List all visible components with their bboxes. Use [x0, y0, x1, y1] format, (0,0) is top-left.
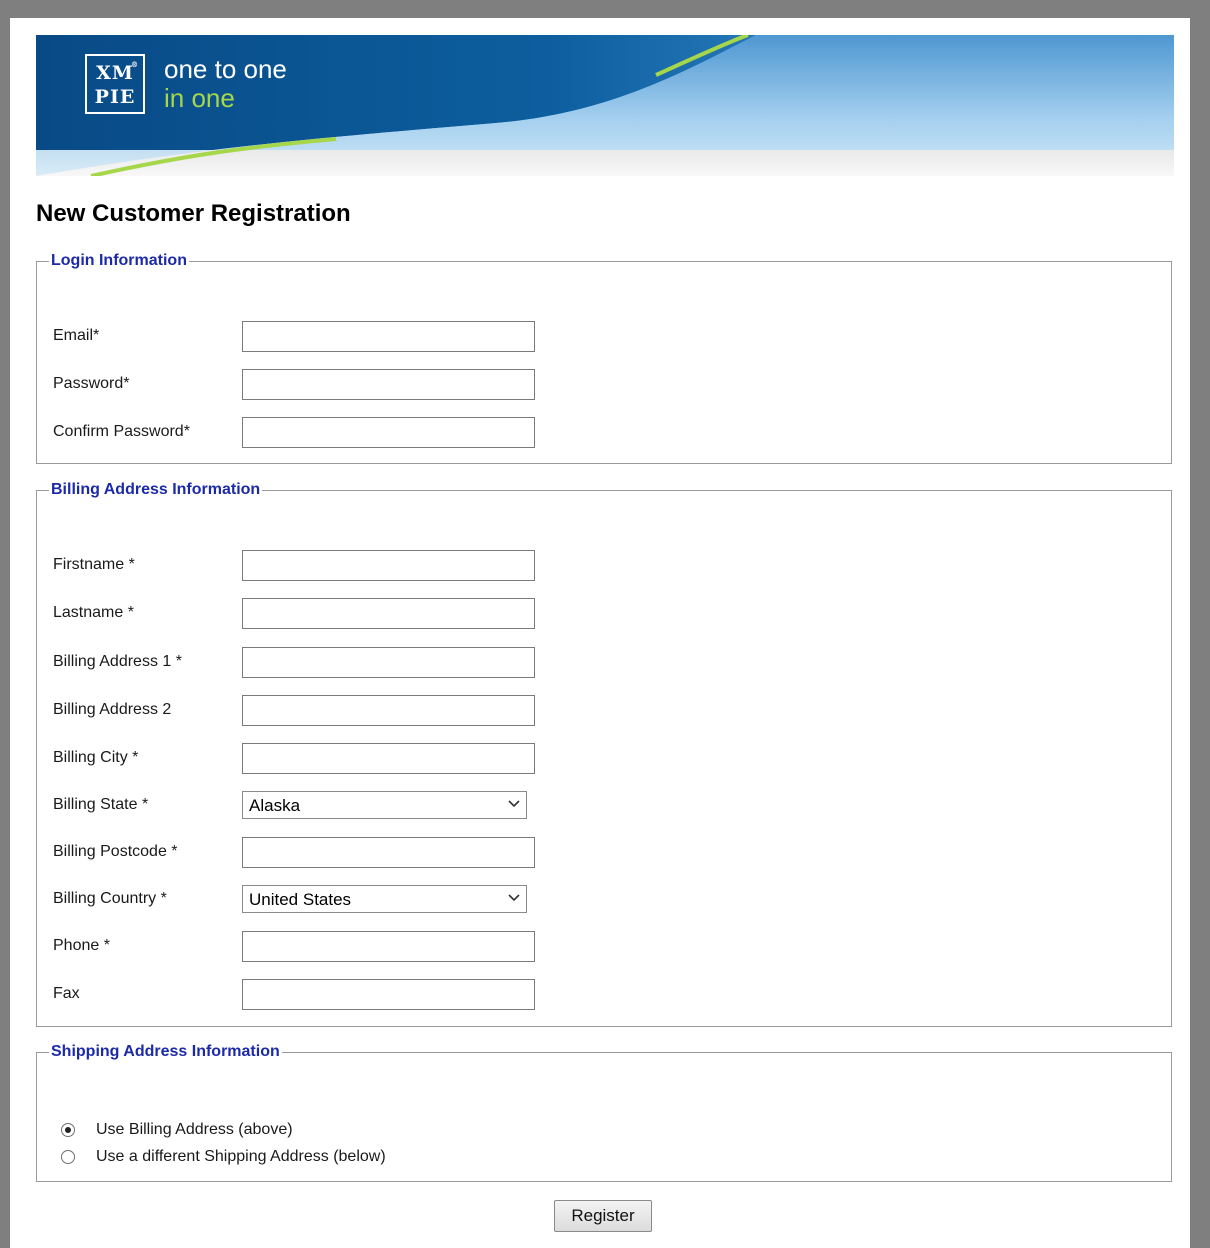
use-billing-address-radio[interactable]: [61, 1123, 75, 1137]
confirm-password-field[interactable]: [242, 417, 535, 448]
confirm-password-label: Confirm Password*: [53, 423, 190, 440]
page: XM PIE ® one to one in one New Customer …: [10, 18, 1190, 1248]
billing-state-row: Billing State * Alaska: [53, 790, 573, 821]
phone-row: Phone *: [53, 931, 573, 962]
logo-registered-mark: ®: [131, 60, 139, 69]
billing-address2-row: Billing Address 2: [53, 695, 573, 726]
billing-address1-row: Billing Address 1 *: [53, 647, 573, 678]
billing-state-value: Alaska: [249, 796, 301, 815]
billing-city-field[interactable]: [242, 743, 535, 774]
phone-field[interactable]: [242, 931, 535, 962]
confirm-password-row: Confirm Password*: [53, 417, 573, 448]
use-billing-address-label: Use Billing Address (above): [96, 1121, 293, 1138]
billing-state-select[interactable]: Alaska: [242, 791, 527, 819]
lastname-row: Lastname *: [53, 598, 573, 629]
firstname-row: Firstname *: [53, 550, 573, 581]
fax-field[interactable]: [242, 979, 535, 1010]
billing-section-legend: Billing Address Information: [51, 481, 261, 498]
login-section-legend: Login Information: [51, 252, 187, 269]
billing-address2-label: Billing Address 2: [53, 701, 172, 718]
lastname-label: Lastname *: [53, 604, 134, 621]
tagline: one to one in one: [164, 55, 287, 113]
use-different-shipping-label: Use a different Shipping Address (below): [96, 1148, 386, 1165]
billing-address2-field[interactable]: [242, 695, 535, 726]
fax-row: Fax: [53, 979, 573, 1010]
email-field[interactable]: [242, 321, 535, 352]
billing-section: Billing Address Information Firstname * …: [36, 481, 1172, 1027]
use-different-shipping-radio[interactable]: [61, 1150, 75, 1164]
lastname-field[interactable]: [242, 598, 535, 629]
register-button[interactable]: Register: [554, 1200, 652, 1232]
billing-city-label: Billing City *: [53, 749, 139, 766]
firstname-label: Firstname *: [53, 556, 135, 573]
fax-label: Fax: [53, 985, 80, 1002]
billing-address1-label: Billing Address 1 *: [53, 653, 182, 670]
billing-postcode-field[interactable]: [242, 837, 535, 868]
billing-country-value: United States: [249, 890, 352, 909]
xmpie-logo: XM PIE ®: [85, 54, 145, 114]
email-label: Email*: [53, 327, 100, 344]
page-title: New Customer Registration: [36, 200, 351, 227]
login-section: Login Information Email* Password* Confi…: [36, 252, 1172, 464]
shipping-section: Shipping Address Information Use Billing…: [36, 1043, 1172, 1182]
billing-country-label: Billing Country *: [53, 890, 167, 907]
billing-state-label: Billing State *: [53, 796, 149, 813]
phone-label: Phone *: [53, 937, 110, 954]
tagline-line-2: in one: [164, 83, 235, 113]
billing-country-row: Billing Country * United States: [53, 884, 573, 915]
billing-city-row: Billing City *: [53, 743, 573, 774]
billing-country-select[interactable]: United States: [242, 885, 527, 913]
shipping-section-legend: Shipping Address Information: [51, 1043, 280, 1060]
chevron-down-icon: [508, 800, 520, 808]
firstname-field[interactable]: [242, 550, 535, 581]
header-banner: XM PIE ® one to one in one: [36, 35, 1174, 176]
password-label: Password*: [53, 375, 130, 392]
billing-address1-field[interactable]: [242, 647, 535, 678]
tagline-line-1: one to one: [164, 54, 287, 84]
billing-postcode-label: Billing Postcode *: [53, 843, 178, 860]
password-row: Password*: [53, 369, 573, 400]
password-field[interactable]: [242, 369, 535, 400]
chevron-down-icon: [508, 894, 520, 902]
billing-postcode-row: Billing Postcode *: [53, 837, 573, 868]
logo-line-2: PIE: [94, 86, 136, 108]
email-row: Email*: [53, 321, 573, 352]
